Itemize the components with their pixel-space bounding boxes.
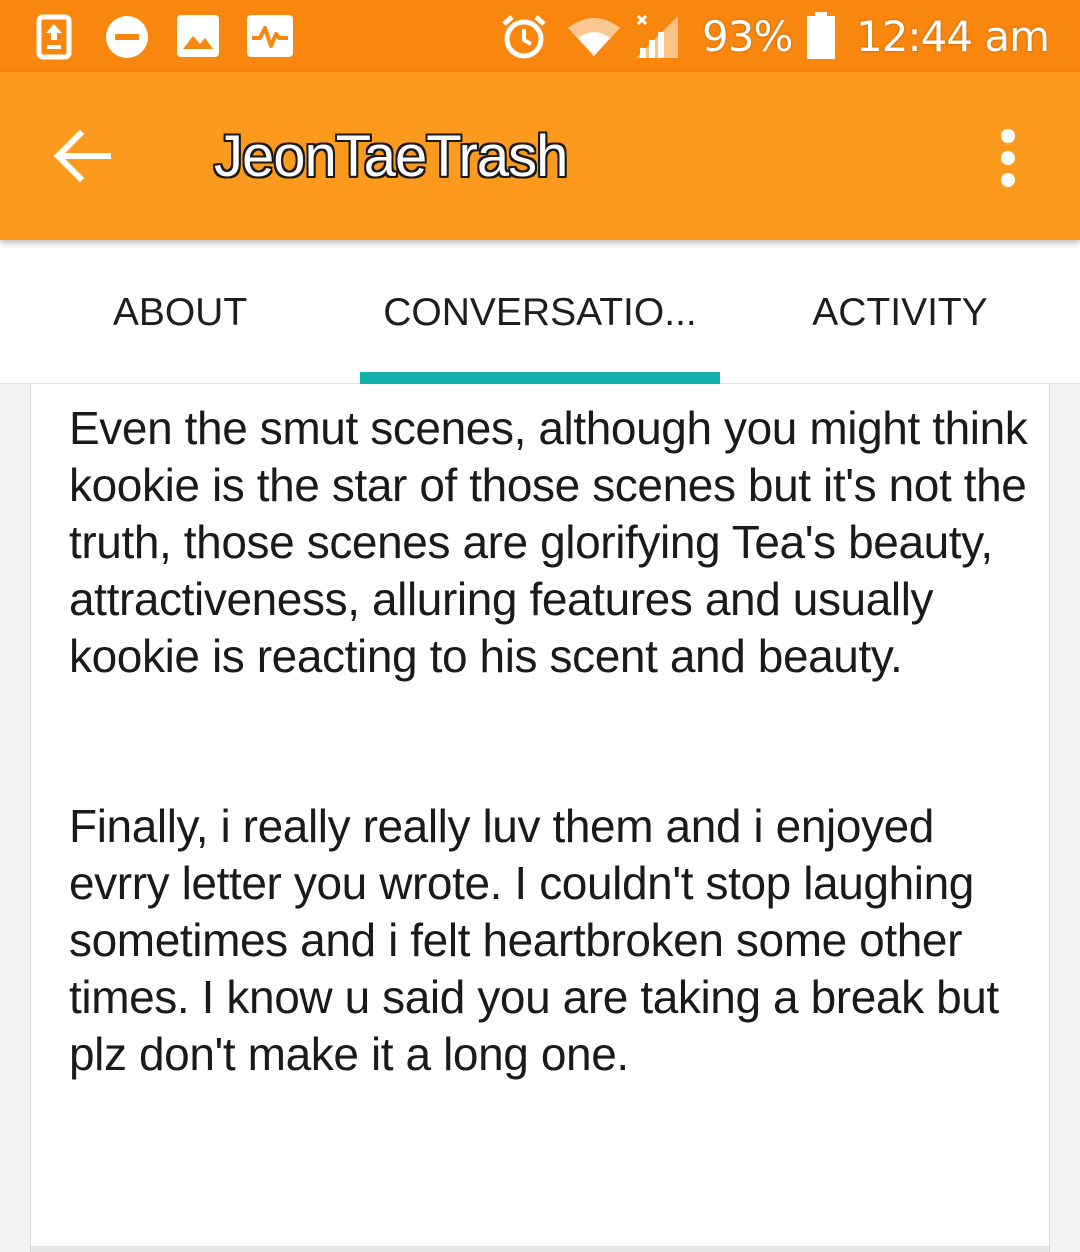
do-not-disturb-icon: [106, 16, 148, 58]
page-title: JeonTaeTrash: [214, 124, 568, 189]
arrow-back-icon[interactable]: [50, 128, 114, 184]
tab-activity[interactable]: ACTIVITY: [720, 240, 1080, 384]
clock: 12:44 am: [856, 12, 1050, 61]
signal-icon: [636, 14, 678, 58]
card-divider: [31, 1246, 1049, 1252]
tab-indicator: [360, 372, 720, 384]
message-card: Even the smut scenes, although you might…: [30, 384, 1050, 1252]
wifi-icon: [568, 18, 620, 56]
tab-conversations[interactable]: CONVERSATIO...: [360, 240, 720, 384]
alarm-icon: [502, 15, 546, 59]
message-paragraph: Even the smut scenes, although you might…: [69, 402, 1028, 682]
status-bar: 93% 12:44 am: [0, 0, 1080, 72]
image-icon: [177, 15, 219, 57]
tab-about[interactable]: ABOUT: [0, 240, 360, 384]
message-paragraph: Finally, i really really luv them and i …: [69, 800, 999, 1080]
activity-icon: [247, 15, 293, 57]
app-bar: JeonTaeTrash: [0, 72, 1080, 240]
more-vert-icon[interactable]: [990, 128, 1026, 188]
battery-percent: 93%: [702, 12, 793, 61]
battery-icon: [807, 12, 835, 59]
upload-icon: [36, 14, 72, 60]
tab-bar: ABOUT CONVERSATIO... ACTIVITY: [0, 240, 1080, 384]
